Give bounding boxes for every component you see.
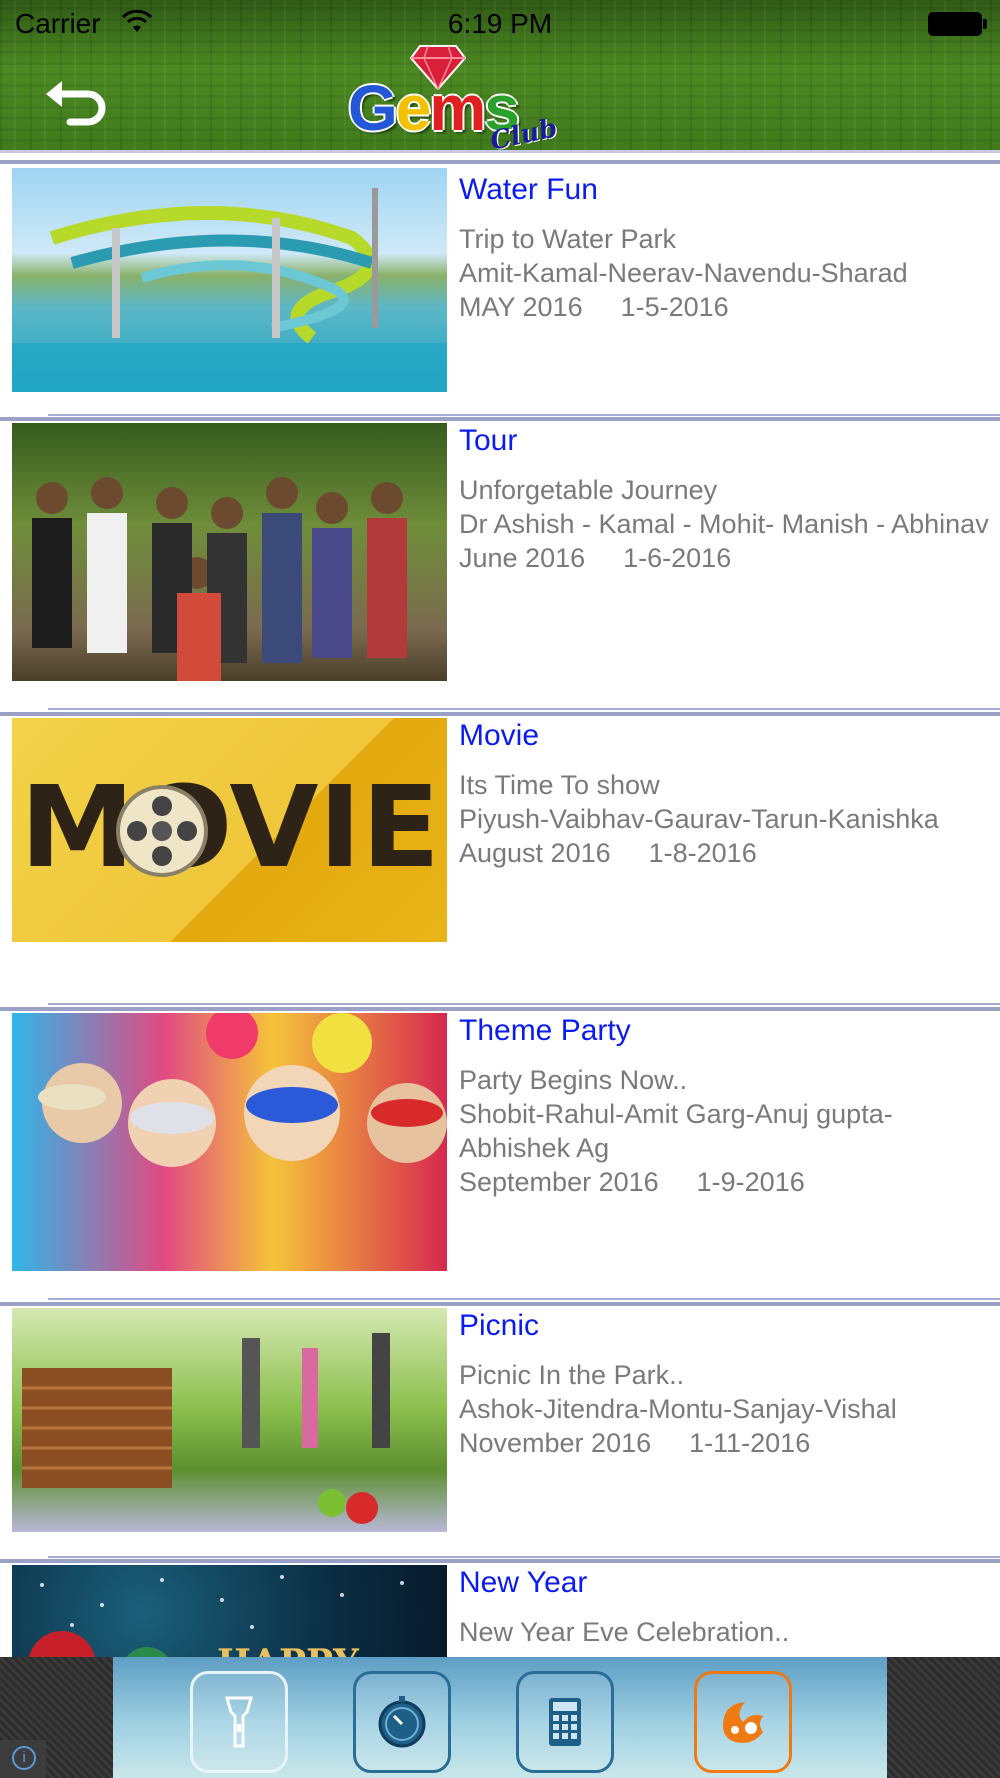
event-month: November 2016 xyxy=(459,1428,652,1458)
uc-browser-icon xyxy=(723,1702,763,1743)
event-title: Picnic xyxy=(459,1309,540,1342)
event-month: June 2016 xyxy=(459,543,586,573)
info-icon: i xyxy=(12,1746,36,1770)
theme-party-image xyxy=(12,1013,447,1271)
navigation-header: Carrier 6:19 PM Gems Club xyxy=(0,0,1000,153)
new-year-thumb-text: HAPPY xyxy=(217,1642,360,1657)
event-text: Theme Party Party Begins Now.. Shobit-Ra… xyxy=(459,1011,996,1199)
timer-icon xyxy=(378,1696,426,1748)
event-members: Piyush-Vaibhav-Gaurav-Tarun-Kanishka xyxy=(459,804,939,834)
movie-thumb-text: MOVIE xyxy=(20,763,440,893)
event-list[interactable]: Water Fun Trip to Water Park Amit-Kamal-… xyxy=(0,153,1000,1657)
event-date: 1-8-2016 xyxy=(648,838,757,868)
event-members: Ashok-Jitendra-Montu-Sanjay-Vishal xyxy=(459,1394,897,1424)
event-title: Movie xyxy=(459,719,540,752)
event-title: Water Fun xyxy=(459,173,598,206)
event-text: Tour Unforgetable Journey Dr Ashish - Ka… xyxy=(459,421,996,575)
event-subtitle: Trip to Water Park xyxy=(459,224,677,254)
row-divider xyxy=(0,160,1000,164)
event-text: Water Fun Trip to Water Park Amit-Kamal-… xyxy=(459,170,996,324)
event-date-line: August 2016 1-8-2016 xyxy=(459,836,996,870)
event-subtitle: Party Begins Now.. xyxy=(459,1065,688,1095)
row-separator xyxy=(48,414,1000,416)
event-date-line: MAY 2016 1-5-2016 xyxy=(459,290,996,324)
list-item[interactable]: Picnic Picnic In the Park.. Ashok-Jitend… xyxy=(0,1302,1000,1559)
event-month: August 2016 xyxy=(459,838,611,868)
tour-group-image xyxy=(12,423,447,681)
water-park-image xyxy=(12,168,447,392)
event-date-line: June 2016 1-6-2016 xyxy=(459,541,996,575)
event-date: 1-6-2016 xyxy=(623,543,732,573)
calculator-button[interactable] xyxy=(516,1671,614,1773)
list-item[interactable]: HAPPY New Year New Year Eve Celebration.… xyxy=(0,1559,1000,1657)
movie-image: MOVIE xyxy=(12,718,447,942)
timer-button[interactable] xyxy=(353,1671,451,1773)
picnic-image xyxy=(12,1308,447,1532)
event-subtitle: Picnic In the Park.. xyxy=(459,1360,685,1390)
event-title: Theme Party xyxy=(459,1014,631,1047)
row-separator xyxy=(48,1298,1000,1300)
list-item[interactable]: Water Fun Trip to Water Park Amit-Kamal-… xyxy=(0,160,1000,417)
event-title: New Year xyxy=(459,1566,588,1599)
event-members: Shobit-Rahul-Amit Garg-Anuj gupta-Abhish… xyxy=(459,1099,893,1163)
flashlight-button[interactable] xyxy=(190,1671,288,1773)
event-date: 1-11-2016 xyxy=(689,1428,811,1458)
uc-browser-button[interactable] xyxy=(694,1671,792,1773)
list-item[interactable]: Tour Unforgetable Journey Dr Ashish - Ka… xyxy=(0,417,1000,712)
list-item[interactable]: MOVIE Movie Its Time To show Piyush-Vaib… xyxy=(0,712,1000,1007)
event-month: September 2016 xyxy=(459,1167,659,1197)
event-subtitle: New Year Eve Celebration.. xyxy=(459,1617,790,1647)
event-date-line: November 2016 1-11-2016 xyxy=(459,1426,996,1460)
undo-back-icon[interactable] xyxy=(44,78,106,126)
info-button[interactable]: i xyxy=(0,1740,46,1778)
event-month: MAY 2016 xyxy=(459,292,583,322)
event-members: Amit-Kamal-Neerav-Navendu-Sharad xyxy=(459,258,908,288)
row-separator xyxy=(48,1003,1000,1005)
row-separator xyxy=(48,708,1000,710)
row-separator xyxy=(48,1556,1000,1558)
event-title: Tour xyxy=(459,424,518,457)
calculator-icon xyxy=(549,1698,581,1746)
event-date: 1-5-2016 xyxy=(620,292,729,322)
status-time: 6:19 PM xyxy=(447,8,553,39)
event-subtitle: Its Time To show xyxy=(459,770,660,800)
flashlight-icon xyxy=(225,1696,253,1748)
event-members: Dr Ashish - Kamal - Mohit- Manish - Abhi… xyxy=(459,509,989,539)
bottom-toolbar: i xyxy=(0,1657,1000,1778)
event-date-line: September 2016 1-9-2016 xyxy=(459,1165,996,1199)
list-item[interactable]: Theme Party Party Begins Now.. Shobit-Ra… xyxy=(0,1007,1000,1302)
gems-club-logo: Gems Club xyxy=(348,42,560,153)
new-year-image: HAPPY xyxy=(12,1565,447,1657)
event-subtitle: Unforgetable Journey xyxy=(459,475,718,505)
battery-icon xyxy=(928,12,987,36)
event-text: Picnic Picnic In the Park.. Ashok-Jitend… xyxy=(459,1306,996,1460)
event-text: New Year New Year Eve Celebration.. xyxy=(459,1563,996,1649)
event-date: 1-9-2016 xyxy=(696,1167,805,1197)
event-text: Movie Its Time To show Piyush-Vaibhav-Ga… xyxy=(459,716,996,870)
